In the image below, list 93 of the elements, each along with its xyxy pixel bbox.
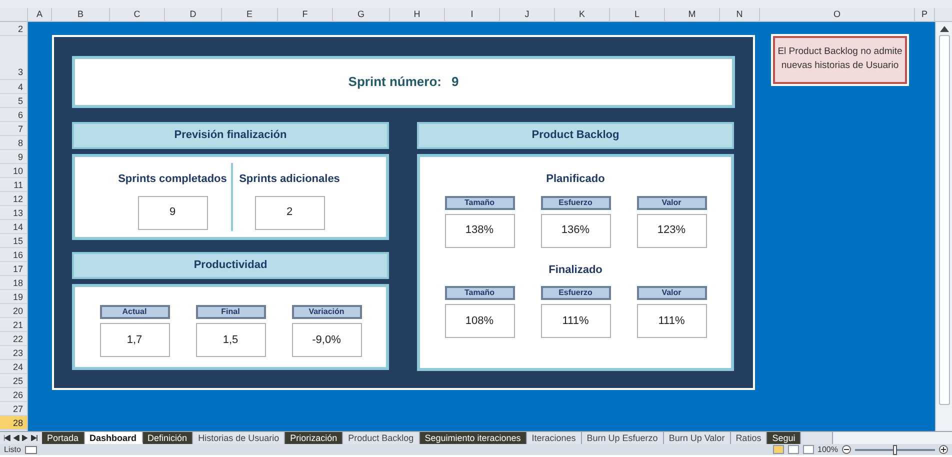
section-header: Previsión finalización	[72, 122, 389, 149]
section-header: Product Backlog	[417, 122, 734, 149]
column-header[interactable]: J	[500, 8, 555, 21]
horizontal-scrollbar[interactable]	[832, 432, 952, 444]
last-sheet-icon[interactable]	[31, 435, 38, 441]
column-header[interactable]: L	[610, 8, 665, 21]
row-header[interactable]: 18	[0, 276, 27, 290]
sheet-tab[interactable]: Portada	[42, 432, 85, 444]
metric-header: Esfuerzo	[540, 196, 610, 210]
row-header[interactable]: 23	[0, 346, 27, 360]
section-header: Productividad	[72, 252, 389, 279]
metric-header: Valor	[636, 286, 706, 300]
column-header[interactable]: G	[333, 8, 390, 21]
scroll-up-icon[interactable]	[940, 26, 948, 32]
column-header[interactable]: H	[390, 8, 445, 21]
row-header[interactable]: 9	[0, 150, 27, 164]
row-header[interactable]: 14	[0, 220, 27, 234]
column-header[interactable]: D	[165, 8, 222, 21]
row-header[interactable]: 22	[0, 332, 27, 346]
column-header[interactable]: M	[665, 8, 720, 21]
column-header[interactable]: F	[278, 8, 333, 21]
macro-record-icon[interactable]	[24, 446, 37, 454]
warning-note: El Product Backlog no admite nuevas historias de Usuario	[773, 36, 907, 84]
row-header[interactable]: 17	[0, 262, 27, 276]
column-header[interactable]: I	[445, 8, 500, 21]
row-header[interactable]: 3	[0, 36, 27, 80]
row-header[interactable]: 25	[0, 374, 27, 388]
row-header[interactable]: 7	[0, 122, 27, 136]
column-header[interactable]: P	[915, 8, 935, 21]
value-cell: -9,0%	[292, 323, 362, 357]
sprint-value: 9	[451, 73, 459, 92]
row-header[interactable]: 6	[0, 108, 27, 122]
row-header[interactable]: 28	[0, 416, 27, 430]
vertical-scrollbar[interactable]	[935, 22, 952, 431]
row-header[interactable]: 20	[0, 304, 27, 318]
metric-header: Tamaño	[444, 286, 514, 300]
column-header[interactable]: C	[110, 8, 165, 21]
zoom-in-icon[interactable]	[939, 445, 948, 454]
metric-header: Variación	[292, 305, 362, 319]
row-header[interactable]: 15	[0, 234, 27, 248]
metric-header: Tamaño	[444, 196, 514, 210]
value-cell: 9	[138, 196, 208, 230]
value-cell: 138%	[444, 214, 514, 248]
value-cell: 108%	[444, 304, 514, 338]
metric-header: Final	[196, 305, 266, 319]
row-header[interactable]: 2	[0, 22, 27, 36]
row-header[interactable]: 11	[0, 178, 27, 192]
column-header[interactable]: A	[28, 8, 52, 21]
first-sheet-icon[interactable]	[4, 435, 11, 441]
status-text: Listo	[4, 444, 21, 456]
metric-header: Valor	[636, 196, 706, 210]
value-cell: 1,7	[100, 323, 170, 357]
row-header[interactable]: 19	[0, 290, 27, 304]
page-break-icon[interactable]	[802, 445, 814, 454]
group-title: Planificado	[545, 172, 606, 187]
row-header[interactable]: 24	[0, 360, 27, 374]
value-cell: 136%	[540, 214, 610, 248]
sheet-tab[interactable]: Priorización	[285, 432, 344, 444]
group-title: Finalizado	[548, 262, 604, 278]
row-header[interactable]: 5	[0, 94, 27, 108]
column-header[interactable]: O	[760, 8, 915, 21]
row-header[interactable]: 16	[0, 248, 27, 262]
previous-sheet-icon[interactable]	[13, 435, 20, 441]
sheet-tab[interactable]: Seguimiento iteraciones	[420, 432, 527, 444]
row-header[interactable]: 21	[0, 318, 27, 332]
value-cell: 1,5	[196, 323, 266, 357]
metric-header: Actual	[100, 305, 170, 319]
row-header[interactable]: 12	[0, 192, 27, 206]
row-header[interactable]: 10	[0, 164, 27, 178]
row-header[interactable]: 13	[0, 206, 27, 220]
zoom-level[interactable]: 100%	[818, 444, 838, 456]
metric-label: Sprints adicionales	[239, 172, 340, 187]
row-header[interactable]: 26	[0, 388, 27, 402]
value-cell: 123%	[636, 214, 706, 248]
metric-label: Sprints completados	[118, 172, 227, 187]
column-header[interactable]: N	[720, 8, 760, 21]
value-cell: 111%	[540, 304, 610, 338]
page-layout-icon[interactable]	[788, 445, 799, 454]
row-header[interactable]: 8	[0, 136, 27, 150]
column-header[interactable]: B	[52, 8, 110, 21]
zoom-slider-thumb[interactable]	[893, 444, 897, 454]
value-cell: 2	[254, 196, 324, 230]
column-header[interactable]: E	[222, 8, 278, 21]
value-cell: 111%	[636, 304, 706, 338]
next-sheet-icon[interactable]	[22, 435, 29, 441]
sheet-tab[interactable]: Segui	[767, 432, 802, 444]
column-header[interactable]: K	[555, 8, 610, 21]
sprint-label: Sprint número:	[348, 73, 442, 92]
sheet-tab[interactable]: Definición	[142, 432, 194, 444]
zoom-out-icon[interactable]	[842, 445, 851, 454]
metric-header: Esfuerzo	[540, 286, 610, 300]
sheet-tab[interactable]: Dashboard	[84, 432, 143, 444]
row-header[interactable]: 4	[0, 80, 27, 94]
